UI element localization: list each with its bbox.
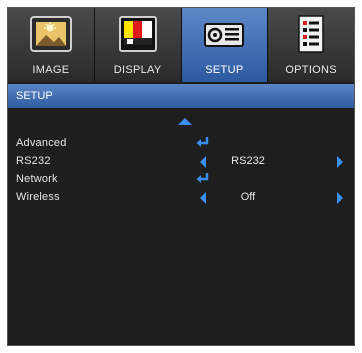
options-icon [298, 15, 324, 53]
menu-item-network[interactable]: Network [8, 170, 354, 188]
rs232-value: RS232 [231, 155, 265, 167]
tab-bar: IMAGE DISPLAY SETUP OPTIONS [8, 8, 354, 82]
arrow-right-icon[interactable] [337, 192, 343, 204]
arrow-left-icon[interactable] [200, 156, 206, 168]
tab-options[interactable]: OPTIONS [268, 8, 354, 82]
tab-display-label: DISPLAY [113, 64, 162, 76]
menu-item-label: Wireless [16, 191, 60, 203]
enter-icon[interactable] [196, 172, 210, 185]
scroll-up-arrow-icon[interactable] [178, 118, 192, 125]
section-header: SETUP [8, 84, 354, 108]
menu-item-rs232[interactable]: RS232 RS232 [8, 152, 354, 170]
section-title: SETUP [16, 90, 53, 102]
arrow-right-icon[interactable] [337, 156, 343, 168]
enter-icon[interactable] [196, 136, 210, 149]
projector-icon [204, 23, 245, 47]
arrow-left-icon[interactable] [200, 192, 206, 204]
tab-setup[interactable]: SETUP [181, 8, 269, 82]
menu-item-advanced[interactable]: Advanced [8, 134, 354, 152]
tab-image[interactable]: IMAGE [8, 8, 95, 82]
tab-image-label: IMAGE [32, 64, 70, 76]
tab-display[interactable]: DISPLAY [95, 8, 182, 82]
tab-setup-label: SETUP [205, 64, 244, 76]
menu-item-label: Network [16, 173, 58, 185]
display-icon [118, 16, 157, 52]
wireless-value: Off [240, 191, 256, 203]
menu-item-label: Advanced [16, 137, 67, 149]
tab-options-label: OPTIONS [285, 64, 337, 76]
menu-item-wireless[interactable]: Wireless Off [8, 188, 354, 206]
menu-item-label: RS232 [16, 155, 51, 167]
image-icon [29, 16, 72, 52]
osd-menu: IMAGE DISPLAY SETUP OPTIONS SETUP Advanc… [7, 7, 355, 346]
